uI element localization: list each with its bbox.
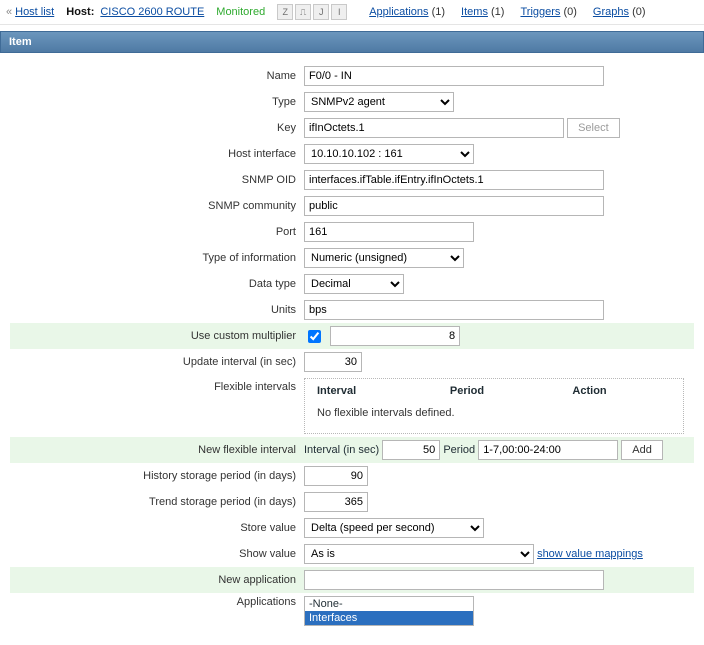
update-interval-label: Update interval (in sec) [10,349,300,375]
applications-link-wrap: Applications (1) [369,6,445,18]
type-label: Type [10,89,300,115]
history-storage-label: History storage period (in days) [10,463,300,489]
graphs-link-wrap: Graphs (0) [593,6,646,18]
item-form: Name Type SNMPv2 agent Key Select Host i… [0,53,704,645]
show-value-mappings-link[interactable]: show value mappings [537,548,643,560]
snmp-icon[interactable]: ⎍ [295,4,311,20]
update-interval-input[interactable] [304,352,362,372]
guillemet-icon: « [6,6,12,18]
flexible-intervals-panel: Interval Period Action No flexible inter… [304,378,684,434]
show-value-select[interactable]: As is [304,544,534,564]
applications-label: Applications [10,593,300,629]
key-label: Key [10,115,300,141]
graphs-count: (0) [632,6,645,18]
multiplier-input[interactable] [330,326,460,346]
multiplier-checkbox[interactable] [308,330,321,343]
items-count: (1) [491,6,504,18]
items-link[interactable]: Items [461,6,488,18]
host-name-link[interactable]: CISCO 2600 ROUTE [100,6,204,18]
trend-storage-input[interactable] [304,492,368,512]
host-interface-select[interactable]: 10.10.10.102 : 161 [304,144,474,164]
host-label: Host: [66,6,94,18]
store-value-label: Store value [10,515,300,541]
units-input[interactable] [304,300,604,320]
key-input[interactable] [304,118,564,138]
units-label: Units [10,297,300,323]
type-of-info-select[interactable]: Numeric (unsigned) [304,248,464,268]
snmp-community-input[interactable] [304,196,604,216]
new-flex-label: New flexible interval [10,437,300,463]
port-input[interactable] [304,222,474,242]
new-application-input[interactable] [304,570,604,590]
applications-link[interactable]: Applications [369,6,428,18]
triggers-link[interactable]: Triggers [520,6,560,18]
name-input[interactable] [304,66,604,86]
snmp-oid-label: SNMP OID [10,167,300,193]
host-interface-label: Host interface [10,141,300,167]
monitored-status: Monitored [216,6,265,18]
applications-count: (1) [432,6,445,18]
new-flex-interval-label: Interval (in sec) [304,444,379,456]
key-select-button[interactable]: Select [567,118,620,138]
snmp-community-label: SNMP community [10,193,300,219]
store-value-select[interactable]: Delta (speed per second) [304,518,484,538]
type-of-info-label: Type of information [10,245,300,271]
top-nav: « Host list Host: CISCO 2600 ROUTE Monit… [0,0,704,25]
show-value-label: Show value [10,541,300,567]
new-flex-period-input[interactable] [478,440,618,460]
triggers-count: (0) [563,6,576,18]
applications-option-interfaces[interactable]: Interfaces [305,611,473,625]
graphs-link[interactable]: Graphs [593,6,629,18]
zabbix-icon[interactable]: Z [277,4,293,20]
name-label: Name [10,63,300,89]
history-storage-input[interactable] [304,466,368,486]
flex-col-action: Action [560,381,683,401]
icon-row: Z ⎍ J I [277,4,347,20]
new-application-label: New application [10,567,300,593]
new-flex-period-label: Period [443,444,475,456]
trend-storage-label: Trend storage period (in days) [10,489,300,515]
type-select[interactable]: SNMPv2 agent [304,92,454,112]
flexible-intervals-label: Flexible intervals [10,375,300,437]
items-link-wrap: Items (1) [461,6,504,18]
section-header: Item [0,31,704,53]
multiplier-label: Use custom multiplier [10,323,300,349]
new-flex-interval-input[interactable] [382,440,440,460]
flex-col-period: Period [438,381,561,401]
applications-listbox[interactable]: -None- Interfaces [304,596,474,626]
host-list-link[interactable]: Host list [15,6,54,18]
data-type-label: Data type [10,271,300,297]
add-flex-button[interactable]: Add [621,440,663,460]
jmx-icon[interactable]: J [313,4,329,20]
data-type-select[interactable]: Decimal [304,274,404,294]
ipmi-icon[interactable]: I [331,4,347,20]
triggers-link-wrap: Triggers (0) [520,6,576,18]
port-label: Port [10,219,300,245]
snmp-oid-input[interactable] [304,170,604,190]
flex-none-defined: No flexible intervals defined. [305,401,683,425]
flex-col-interval: Interval [305,381,438,401]
applications-option-none[interactable]: -None- [305,597,473,611]
